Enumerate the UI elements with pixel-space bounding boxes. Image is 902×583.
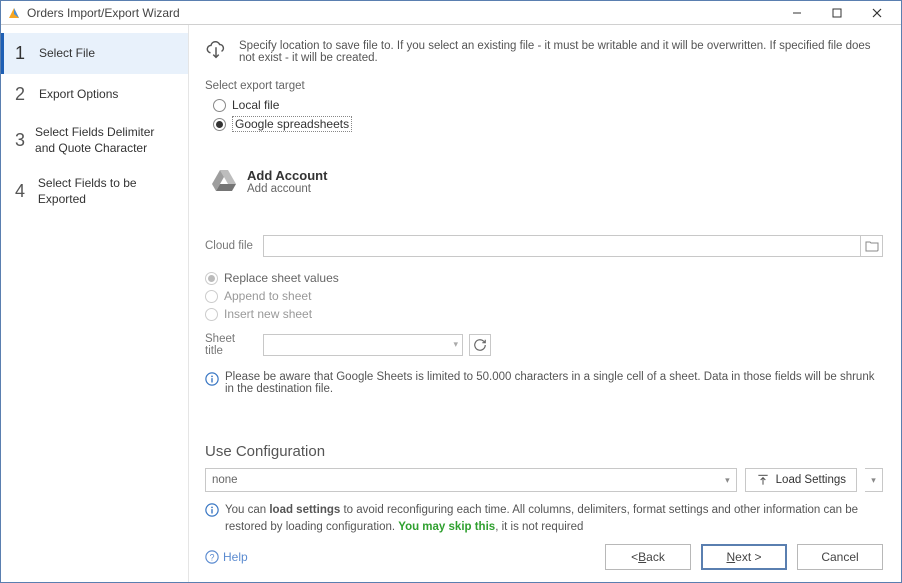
title-bar: Orders Import/Export Wizard <box>1 1 901 25</box>
next-button[interactable]: Next > <box>701 544 787 570</box>
cancel-button[interactable]: Cancel <box>797 544 883 570</box>
radio-icon <box>213 99 226 112</box>
radio-local-file[interactable]: Local file <box>213 96 883 114</box>
browse-folder-button[interactable] <box>861 235 883 257</box>
maximize-button[interactable] <box>817 2 857 24</box>
help-icon: ? <box>205 550 219 564</box>
cloud-file-label: Cloud file <box>205 240 255 252</box>
refresh-icon <box>473 338 487 352</box>
radio-icon <box>213 118 226 131</box>
sheet-title-label: Sheet title <box>205 333 255 357</box>
upload-icon <box>756 473 770 487</box>
refresh-sheets-button[interactable] <box>469 334 491 356</box>
wizard-steps-sidebar: 1 Select File 2 Export Options 3 Select … <box>1 25 189 582</box>
radio-insert-sheet[interactable]: Insert new sheet <box>205 305 883 323</box>
radio-icon <box>205 308 218 321</box>
close-button[interactable] <box>857 2 897 24</box>
radio-google-spreadsheets[interactable]: Google spreadsheets <box>213 114 883 134</box>
help-link[interactable]: ? Help <box>205 550 248 564</box>
google-drive-icon <box>211 168 237 195</box>
radio-replace-sheet[interactable]: Replace sheet values <box>205 269 883 287</box>
radio-append-sheet[interactable]: Append to sheet <box>205 287 883 305</box>
info-icon <box>205 372 219 389</box>
back-button[interactable]: < Back <box>605 544 691 570</box>
info-icon <box>205 503 219 535</box>
radio-icon <box>205 290 218 303</box>
main-panel: Specify location to save file to. If you… <box>189 25 901 582</box>
intro-text: Specify location to save file to. If you… <box>239 40 883 64</box>
cloud-file-input[interactable] <box>263 235 861 257</box>
add-account-row[interactable]: Add Account Add account <box>211 168 883 195</box>
configuration-select[interactable]: none ▾ <box>205 468 737 492</box>
load-settings-dropdown[interactable]: ▾ <box>865 468 883 492</box>
chevron-down-icon: ▾ <box>725 475 730 486</box>
step-1[interactable]: 1 Select File <box>1 33 188 74</box>
minimize-button[interactable] <box>777 2 817 24</box>
sheet-title-select[interactable]: ▾ <box>263 334 463 356</box>
step-2[interactable]: 2 Export Options <box>1 74 188 115</box>
add-account-subtitle: Add account <box>247 183 327 195</box>
app-icon <box>7 6 21 20</box>
folder-icon <box>865 240 879 252</box>
load-settings-button[interactable]: Load Settings <box>745 468 857 492</box>
step-3[interactable]: 3 Select Fields Delimiter and Quote Char… <box>1 115 188 166</box>
radio-icon <box>205 272 218 285</box>
svg-text:?: ? <box>210 553 215 563</box>
export-target-label: Select export target <box>205 80 883 92</box>
add-account-title: Add Account <box>247 168 327 183</box>
configuration-tip: You can load settings to avoid reconfigu… <box>225 502 883 535</box>
sheets-limit-warning: Please be aware that Google Sheets is li… <box>225 371 883 395</box>
step-4[interactable]: 4 Select Fields to be Exported <box>1 166 188 217</box>
window-title: Orders Import/Export Wizard <box>27 6 777 20</box>
cloud-export-icon <box>205 39 227 64</box>
chevron-down-icon: ▾ <box>453 339 458 350</box>
use-configuration-heading: Use Configuration <box>205 443 883 460</box>
